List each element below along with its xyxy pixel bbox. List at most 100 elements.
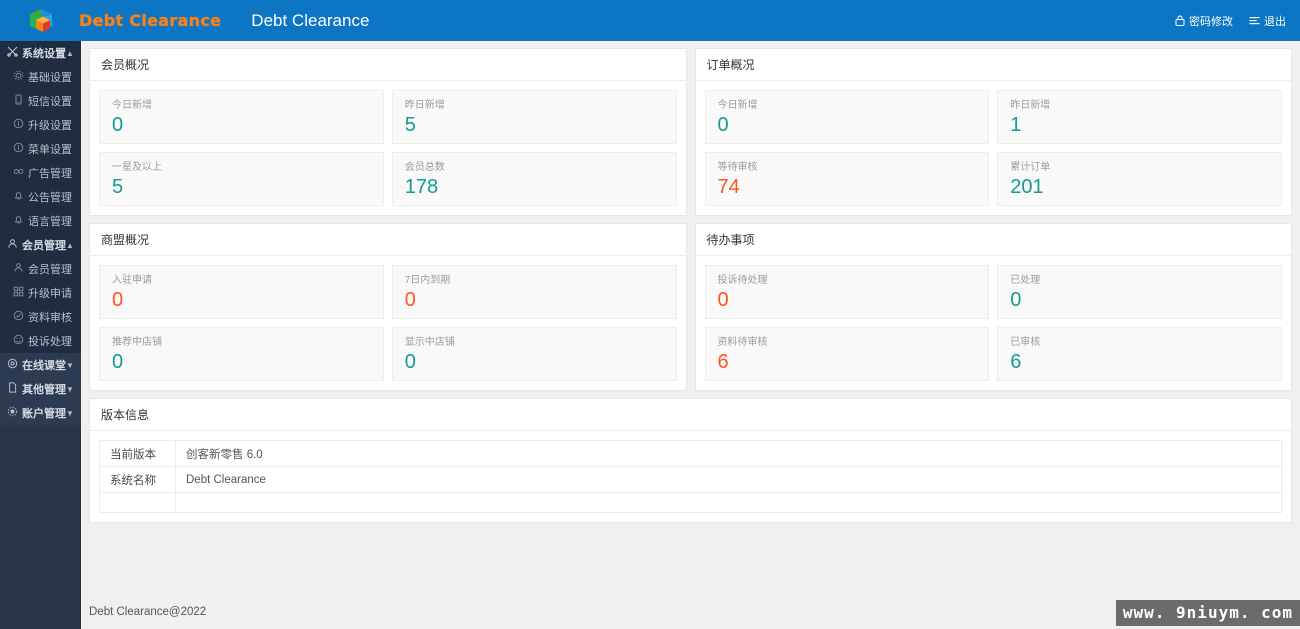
- brand-wordmark: Debt Clearance: [79, 11, 222, 30]
- file-icon: [7, 382, 19, 396]
- sidebar-item-menu-settings[interactable]: 菜单设置: [0, 137, 81, 161]
- stat-label: 推荐中店铺: [112, 337, 162, 348]
- orders-tile-grid: 今日新增 0 昨日新增 1 等待审核 74 累计订单 201: [704, 90, 1282, 206]
- members-overview-card: 会员概况 今日新增 0 昨日新增 5 一星及以上 5 会员总数 178: [89, 48, 687, 216]
- stat-value: 0: [112, 114, 124, 136]
- info-circle-icon: [13, 142, 25, 156]
- stat-label: 入驻申请: [112, 275, 152, 286]
- sidebar-item-sms-settings[interactable]: 短信设置: [0, 89, 81, 113]
- bell-icon: [13, 190, 25, 204]
- sidebar-item-label: 菜单设置: [28, 144, 72, 156]
- stat-tile[interactable]: 昨日新增 5: [391, 90, 677, 144]
- stat-value: 0: [404, 351, 416, 373]
- sidebar-item-label: 公告管理: [28, 192, 72, 204]
- stat-tile[interactable]: 显示中店铺 0: [391, 327, 677, 381]
- table-row: 当前版本 创客新零售 6.0: [99, 440, 1282, 467]
- info-circle-icon: [13, 118, 25, 132]
- sidebar-item-data-review[interactable]: 资料审核: [0, 305, 81, 329]
- stat-tile[interactable]: 7日内到期 0: [391, 265, 677, 319]
- card-title: 会员概况: [90, 49, 686, 81]
- version-column: 版本信息 当前版本 创客新零售 6.0 系统名称 Debt Clearance: [89, 398, 1292, 523]
- sidebar-item-member-management[interactable]: 会员管理: [0, 257, 81, 281]
- stat-tile[interactable]: 今日新增 0: [704, 90, 990, 144]
- sidebar-group-label: 其他管理: [22, 384, 66, 396]
- merchants-overview-card: 商盟概况 入驻申请 0 7日内到期 0 推荐中店铺 0 显示中店铺 0: [89, 223, 687, 391]
- version-table: 当前版本 创客新零售 6.0 系统名称 Debt Clearance: [99, 440, 1282, 513]
- sidebar-nav: 系统设置 ▲ 基础设置 短信设置 升级设置 菜单设置 广告管理 公告管理 语言管…: [0, 41, 81, 629]
- stat-tile[interactable]: 昨日新增 1: [997, 90, 1282, 144]
- lock-icon: [1175, 15, 1185, 26]
- stat-tile[interactable]: 资料待审核 6: [704, 327, 990, 381]
- stat-tile[interactable]: 投诉待处理 0: [704, 265, 990, 319]
- sidebar-item-language-management[interactable]: 语言管理: [0, 209, 81, 233]
- stat-tile[interactable]: 累计订单 201: [997, 152, 1282, 206]
- smiley-icon: [13, 334, 25, 348]
- stat-label: 累计订单: [1010, 162, 1051, 173]
- stat-value: 74: [717, 176, 740, 198]
- sidebar-group-label: 在线课堂: [22, 360, 66, 372]
- sidebar-group-account-management[interactable]: 账户管理 ▼: [0, 401, 81, 425]
- person-icon: [13, 262, 25, 276]
- version-value: Debt Clearance: [175, 466, 1282, 493]
- stat-value: 178: [404, 176, 439, 198]
- sidebar-item-basic-settings[interactable]: 基础设置: [0, 65, 81, 89]
- stat-label: 投诉待处理: [717, 275, 768, 286]
- version-key: [99, 492, 176, 513]
- stat-tile[interactable]: 推荐中店铺 0: [99, 327, 384, 381]
- system-title: Debt Clearance: [251, 10, 370, 30]
- sidebar-item-upgrade-application[interactable]: 升级申请: [0, 281, 81, 305]
- sidebar-item-complaint-handling[interactable]: 投诉处理: [0, 329, 81, 353]
- stat-tile[interactable]: 等待审核 74: [704, 152, 990, 206]
- gear-icon: [13, 70, 25, 84]
- stat-tile[interactable]: 入驻申请 0: [99, 265, 384, 319]
- logo-zone[interactable]: [0, 0, 81, 41]
- sidebar-item-label: 基础设置: [28, 72, 72, 84]
- sidebar-group-online-classroom[interactable]: 在线课堂 ▼: [0, 353, 81, 377]
- version-value: [175, 492, 1282, 513]
- stat-label: 等待审核: [717, 162, 758, 173]
- stat-tile[interactable]: 会员总数 178: [391, 152, 677, 206]
- members-tile-grid: 今日新增 0 昨日新增 5 一星及以上 5 会员总数 178: [99, 90, 677, 206]
- stat-value: 6: [717, 351, 729, 373]
- sidebar-group-other-management[interactable]: 其他管理 ▼: [0, 377, 81, 401]
- card-body: 当前版本 创客新零售 6.0 系统名称 Debt Clearance: [90, 431, 1291, 522]
- orders-column: 订单概况 今日新增 0 昨日新增 1 等待审核 74 累计订单 201: [694, 48, 1292, 216]
- stat-tile[interactable]: 已审核 6: [997, 327, 1282, 381]
- card-title: 待办事项: [695, 224, 1291, 256]
- stat-label: 今日新增: [112, 100, 152, 111]
- card-body: 入驻申请 0 7日内到期 0 推荐中店铺 0 显示中店铺 0: [90, 256, 686, 390]
- sidebar-item-announcement-management[interactable]: 公告管理: [0, 185, 81, 209]
- sidebar-group-label: 会员管理: [22, 240, 66, 252]
- sidebar-group-member-management[interactable]: 会员管理 ▲: [0, 233, 81, 257]
- chevron-up-icon: ▲: [66, 240, 74, 250]
- dashboard-row-2: 商盟概况 入驻申请 0 7日内到期 0 推荐中店铺 0 显示中店铺 0 待办事项…: [89, 223, 1292, 391]
- card-title: 订单概况: [695, 49, 1291, 81]
- merchants-tile-grid: 入驻申请 0 7日内到期 0 推荐中店铺 0 显示中店铺 0: [99, 265, 677, 381]
- chevron-down-icon: ▼: [66, 384, 74, 394]
- chevron-down-icon: ▼: [66, 408, 74, 418]
- logout-button[interactable]: 退出: [1249, 13, 1286, 29]
- card-title: 商盟概况: [90, 224, 686, 256]
- stat-tile[interactable]: 已处理 0: [997, 265, 1282, 319]
- sidebar-group-system-settings[interactable]: 系统设置 ▲: [0, 41, 81, 65]
- stat-label: 已审核: [1010, 337, 1041, 348]
- table-row: 系统名称 Debt Clearance: [99, 466, 1282, 493]
- change-password-button[interactable]: 密码修改: [1175, 13, 1233, 29]
- stat-value: 0: [112, 289, 124, 311]
- stat-label: 7日内到期: [404, 275, 451, 286]
- dashboard-content: 会员概况 今日新增 0 昨日新增 5 一星及以上 5 会员总数 178 订单概况…: [81, 41, 1300, 523]
- stat-tile[interactable]: 一星及以上 5: [99, 152, 384, 206]
- chevron-down-icon: ▼: [66, 360, 74, 370]
- orders-overview-card: 订单概况 今日新增 0 昨日新增 1 等待审核 74 累计订单 201: [694, 48, 1292, 216]
- exit-icon: [1249, 15, 1260, 26]
- stat-tile[interactable]: 今日新增 0: [99, 90, 384, 144]
- stat-value: 0: [404, 289, 416, 311]
- dashboard-row-1: 会员概况 今日新增 0 昨日新增 5 一星及以上 5 会员总数 178 订单概况…: [89, 48, 1292, 216]
- dashboard-row-3: 版本信息 当前版本 创客新零售 6.0 系统名称 Debt Clearance: [89, 398, 1292, 523]
- infinity-icon: [13, 166, 25, 180]
- stat-value: 0: [717, 114, 729, 136]
- sidebar-item-upgrade-settings[interactable]: 升级设置: [0, 113, 81, 137]
- change-password-label: 密码修改: [1189, 15, 1233, 28]
- sidebar-item-label: 升级申请: [28, 288, 72, 300]
- sidebar-item-ad-management[interactable]: 广告管理: [0, 161, 81, 185]
